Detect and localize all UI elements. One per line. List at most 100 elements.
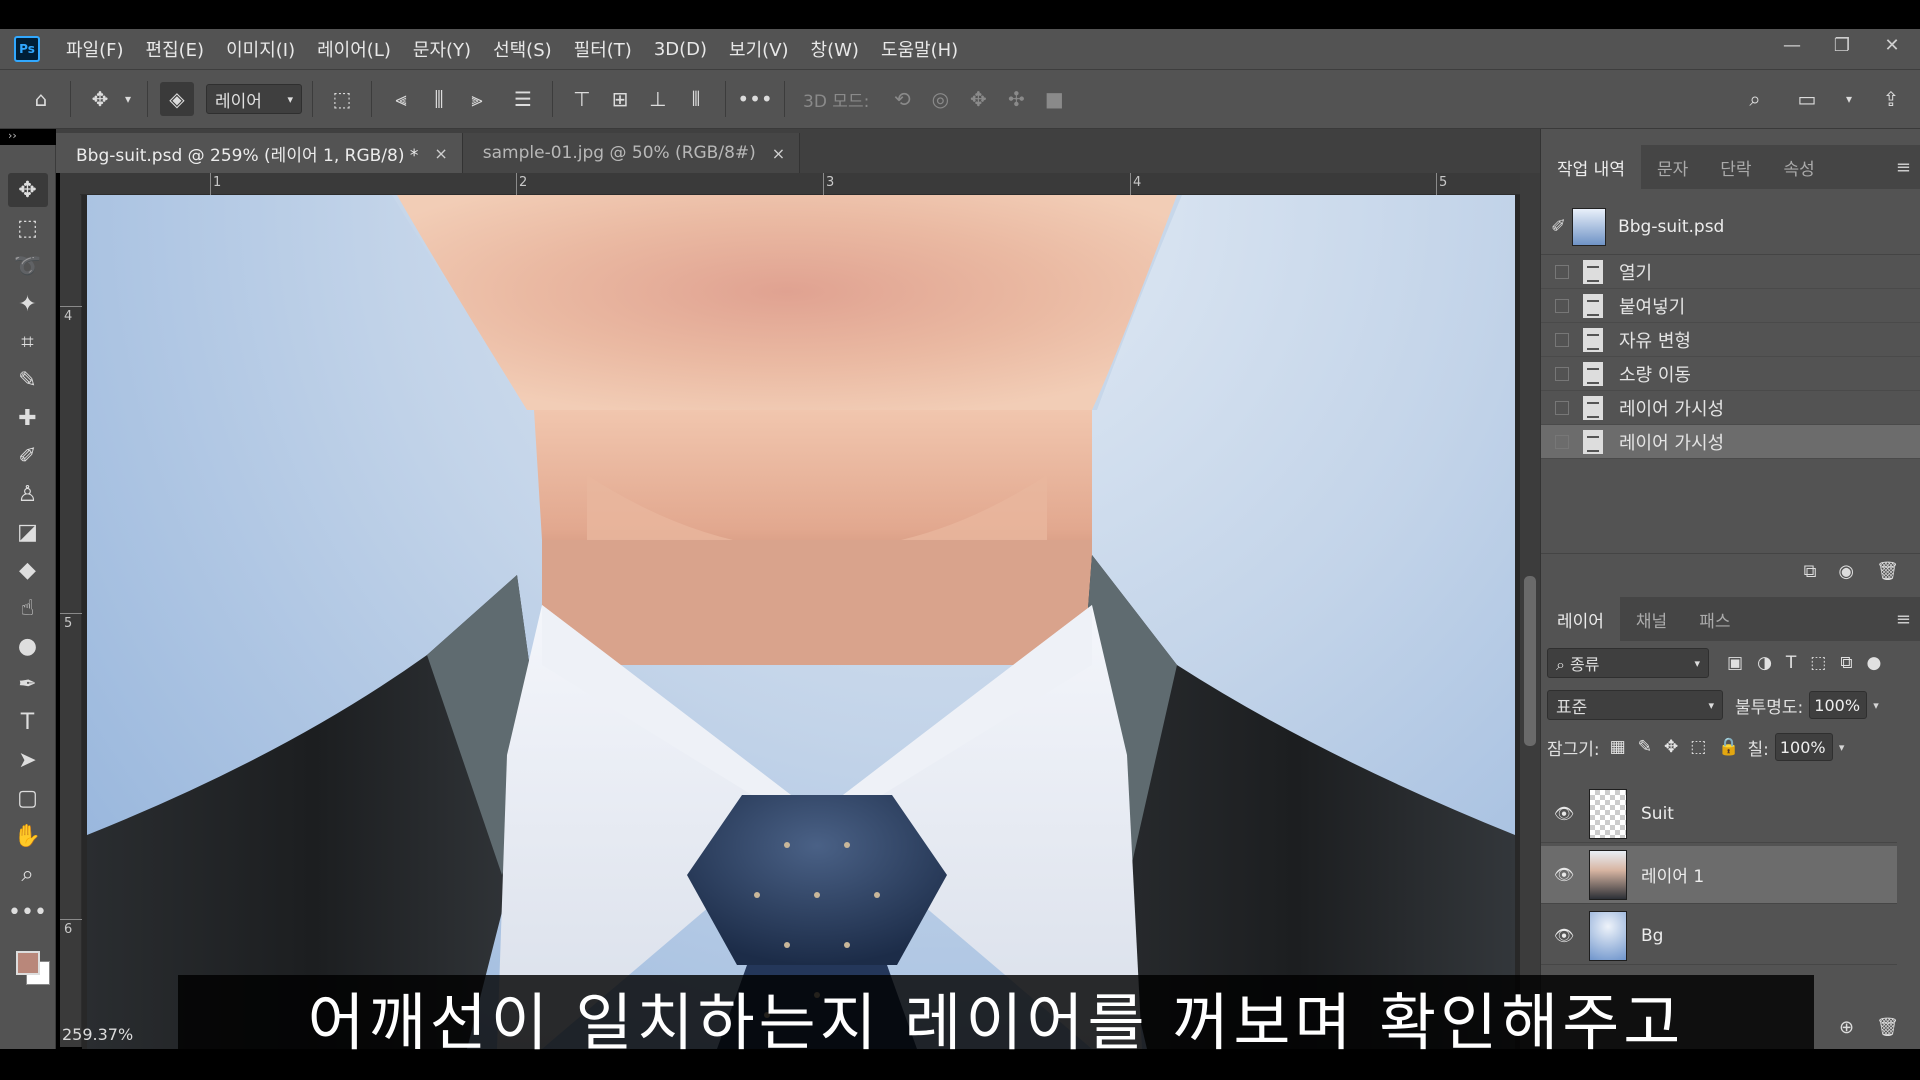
align-bottom-icon[interactable]: ⊥ — [641, 82, 675, 116]
auto-select-target-dropdown[interactable]: 레이어 ▾ — [206, 84, 302, 114]
new-document-from-state-icon[interactable]: ⧉ — [1804, 561, 1817, 582]
tab-bbg-suit[interactable]: Bbg-suit.psd @ 259% (레이어 1, RGB/8) * × — [56, 133, 463, 173]
close-window-icon[interactable]: ✕ — [1882, 35, 1902, 56]
menu-file[interactable]: 파일(F) — [66, 36, 124, 62]
menu-select[interactable]: 선택(S) — [493, 36, 552, 62]
history-step[interactable]: 자유 변형 — [1541, 323, 1920, 357]
adjustment-layer-filter-icon[interactable]: ◑ — [1757, 653, 1772, 673]
chevron-down-icon[interactable]: ▾ — [121, 82, 135, 116]
3d-roll-icon[interactable]: ◎ — [923, 82, 957, 116]
history-snapshot[interactable]: ✐ Bbg-suit.psd — [1541, 199, 1920, 255]
3d-slide-icon[interactable]: ✣ — [999, 82, 1033, 116]
3d-camera-icon[interactable]: ■ — [1037, 82, 1071, 116]
tab-sample-01[interactable]: sample-01.jpg @ 50% (RGB/8#) × — [462, 133, 801, 173]
eyedropper-tool-icon[interactable]: ✎ — [8, 363, 48, 397]
history-source-checkbox[interactable] — [1555, 264, 1569, 279]
chevron-down-icon[interactable]: ▾ — [1842, 82, 1856, 116]
clone-stamp-tool-icon[interactable]: ♙ — [8, 477, 48, 511]
distribute-vertical-icon[interactable]: ⫴ — [679, 82, 713, 116]
history-step[interactable]: 붙여넣기 — [1541, 289, 1920, 323]
pen-tool-icon[interactable]: ✒ — [8, 667, 48, 701]
menu-edit[interactable]: 편집(E) — [146, 36, 205, 62]
shape-layer-filter-icon[interactable]: ⬚ — [1810, 653, 1826, 673]
transform-controls-icon[interactable]: ⬚ — [325, 82, 359, 116]
zoom-level[interactable]: 259.37% — [62, 1025, 133, 1044]
3d-orbit-icon[interactable]: ⟲ — [885, 82, 919, 116]
menu-window[interactable]: 창(W) — [811, 36, 859, 62]
layer-row-bg[interactable]: 👁 Bg — [1541, 907, 1897, 965]
paint-bucket-tool-icon[interactable]: ◆ — [8, 553, 48, 587]
history-source-checkbox[interactable] — [1555, 434, 1569, 449]
visibility-eye-icon[interactable]: 👁 — [1553, 804, 1575, 823]
marquee-tool-icon[interactable]: ⬚ — [8, 211, 48, 245]
chevron-down-icon[interactable]: ▾ — [1839, 741, 1845, 754]
history-source-checkbox[interactable] — [1555, 298, 1569, 313]
history-step[interactable]: 소량 이동 — [1541, 357, 1920, 391]
menu-layer[interactable]: 레이어(L) — [317, 36, 391, 62]
visibility-eye-icon[interactable]: 👁 — [1553, 926, 1575, 945]
dodge-tool-icon[interactable]: ● — [8, 629, 48, 663]
align-middle-icon[interactable]: ⊞ — [603, 82, 637, 116]
move-tool-preset-icon[interactable]: ✥ — [83, 82, 117, 116]
document-canvas[interactable] — [82, 195, 1520, 1049]
zoom-tool-icon[interactable]: ⌕ — [8, 857, 48, 891]
tab-paragraph[interactable]: 단락 — [1704, 145, 1767, 189]
tab-layers[interactable]: 레이어 — [1541, 597, 1620, 641]
crop-tool-icon[interactable]: ⌗ — [8, 325, 48, 359]
menu-3d[interactable]: 3D(D) — [654, 39, 707, 60]
home-icon[interactable]: ⌂ — [24, 82, 58, 116]
canvas-vertical-scrollbar[interactable] — [1520, 173, 1540, 1049]
history-step[interactable]: 레이어 가시성 — [1541, 391, 1920, 425]
smudge-tool-icon[interactable]: ☝ — [8, 591, 48, 625]
lasso-tool-icon[interactable]: ➰ — [8, 249, 48, 283]
new-layer-icon[interactable]: ⊕ — [1839, 1017, 1854, 1038]
history-step-selected[interactable]: 레이어 가시성 — [1541, 425, 1920, 459]
history-step[interactable]: 열기 — [1541, 255, 1920, 289]
trash-icon[interactable]: 🗑 — [1876, 1017, 1899, 1038]
eraser-tool-icon[interactable]: ◪ — [8, 515, 48, 549]
shape-tool-icon[interactable]: ▢ — [8, 781, 48, 815]
pixel-layer-filter-icon[interactable]: ▣ — [1727, 653, 1743, 673]
minimize-icon[interactable]: — — [1782, 35, 1802, 56]
layer-kind-filter-dropdown[interactable]: ⌕ 종류 ▾ — [1547, 648, 1709, 678]
visibility-eye-icon[interactable]: 👁 — [1553, 865, 1575, 884]
color-swatches[interactable] — [8, 939, 50, 985]
menu-filter[interactable]: 필터(T) — [574, 36, 632, 62]
history-source-checkbox[interactable] — [1555, 400, 1569, 415]
align-left-icon[interactable]: ⫷ — [384, 82, 418, 116]
layer-row-layer-1[interactable]: 👁 레이어 1 — [1541, 846, 1897, 904]
lock-pixels-icon[interactable]: ✎ — [1638, 737, 1652, 757]
close-tab-icon[interactable]: × — [772, 144, 785, 163]
scrollbar-thumb[interactable] — [1524, 576, 1536, 746]
restore-icon[interactable]: ❐ — [1832, 35, 1852, 56]
3d-pan-icon[interactable]: ✥ — [961, 82, 995, 116]
camera-icon[interactable]: ◉ — [1838, 561, 1854, 582]
healing-brush-tool-icon[interactable]: ✚ — [8, 401, 48, 435]
menu-image[interactable]: 이미지(I) — [226, 36, 295, 62]
tab-properties[interactable]: 속성 — [1768, 145, 1831, 189]
lock-position-icon[interactable]: ✥ — [1664, 737, 1678, 757]
blend-mode-dropdown[interactable]: 표준 ▾ — [1547, 690, 1723, 720]
tab-character[interactable]: 문자 — [1641, 145, 1704, 189]
menu-type[interactable]: 문자(Y) — [413, 36, 471, 62]
collapse-toolbar-icon[interactable]: ›› — [8, 129, 17, 145]
align-right-icon[interactable]: ⫸ — [460, 82, 494, 116]
path-selection-tool-icon[interactable]: ➤ — [8, 743, 48, 777]
panel-menu-icon[interactable]: ≡ — [1896, 609, 1911, 630]
tab-channels[interactable]: 채널 — [1620, 597, 1683, 641]
layer-row-suit[interactable]: 👁 Suit — [1541, 785, 1897, 843]
fill-field[interactable]: 100% — [1774, 733, 1833, 761]
smart-object-filter-icon[interactable]: ⧉ — [1840, 653, 1852, 673]
workspace-icon[interactable]: ▭ — [1790, 82, 1824, 116]
opacity-field[interactable]: 100% — [1809, 691, 1868, 719]
lock-all-icon[interactable]: 🔒 — [1718, 737, 1739, 757]
lock-artboard-icon[interactable]: ⬚ — [1690, 737, 1706, 757]
chevron-down-icon[interactable]: ▾ — [1873, 699, 1879, 712]
search-icon[interactable]: ⌕ — [1738, 82, 1772, 116]
history-brush-icon[interactable]: ✐ — [1551, 216, 1566, 237]
auto-select-icon[interactable]: ◈ — [160, 82, 194, 116]
filter-toggle-icon[interactable]: ● — [1867, 653, 1882, 673]
share-icon[interactable]: ⇪ — [1874, 82, 1908, 116]
type-layer-filter-icon[interactable]: T — [1786, 653, 1796, 673]
tab-history[interactable]: 작업 내역 — [1541, 145, 1641, 189]
